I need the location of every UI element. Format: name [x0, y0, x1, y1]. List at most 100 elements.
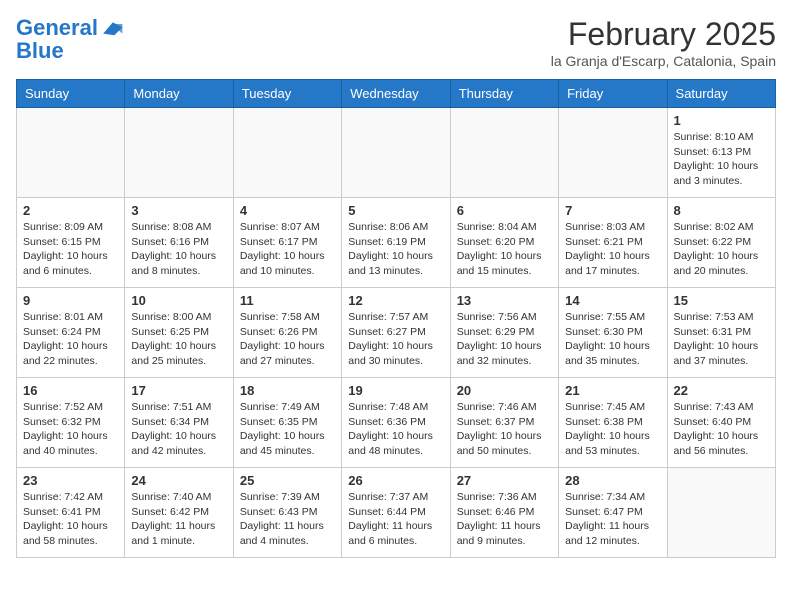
calendar-week-row: 9Sunrise: 8:01 AM Sunset: 6:24 PM Daylig… — [17, 288, 776, 378]
calendar-day-cell: 14Sunrise: 7:55 AM Sunset: 6:30 PM Dayli… — [559, 288, 667, 378]
calendar-day-cell — [559, 108, 667, 198]
day-number: 20 — [457, 383, 552, 398]
day-number: 9 — [23, 293, 118, 308]
day-info: Sunrise: 7:37 AM Sunset: 6:44 PM Dayligh… — [348, 490, 443, 549]
logo: General Blue — [16, 16, 124, 62]
title-block: February 2025 la Granja d'Escarp, Catalo… — [551, 16, 776, 69]
calendar-day-cell: 28 Sunrise: 7:34 AM Sunset: 6:47 PM Dayli… — [559, 468, 667, 558]
day-info: Sunrise: 8:03 AM Sunset: 6:21 PM Dayligh… — [565, 220, 660, 279]
day-info: Sunrise: 7:57 AM Sunset: 6:27 PM Dayligh… — [348, 310, 443, 369]
calendar-week-row: 23Sunrise: 7:42 AM Sunset: 6:41 PM Dayli… — [17, 468, 776, 558]
day-info: Sunrise: 8:06 AM Sunset: 6:19 PM Dayligh… — [348, 220, 443, 279]
day-number: 19 — [348, 383, 443, 398]
day-info: Sunrise: 8:08 AM Sunset: 6:16 PM Dayligh… — [131, 220, 226, 279]
day-info: Sunrise: 7:42 AM Sunset: 6:41 PM Dayligh… — [23, 490, 118, 549]
calendar-day-cell: 9Sunrise: 8:01 AM Sunset: 6:24 PM Daylig… — [17, 288, 125, 378]
calendar-day-cell: 15 Sunrise: 7:53 AM Sunset: 6:31 PM Dayli… — [667, 288, 775, 378]
day-number: 24 — [131, 473, 226, 488]
calendar-day-cell: 4Sunrise: 8:07 AM Sunset: 6:17 PM Daylig… — [233, 198, 341, 288]
calendar-day-cell: 12 Sunrise: 7:57 AM Sunset: 6:27 PM Dayli… — [342, 288, 450, 378]
day-number: 1 — [674, 113, 769, 128]
day-number: 2 — [23, 203, 118, 218]
day-info: Sunrise: 8:07 AM Sunset: 6:17 PM Dayligh… — [240, 220, 335, 279]
day-number: 7 — [565, 203, 660, 218]
day-info: Sunrise: 8:02 AM Sunset: 6:22 PM Dayligh… — [674, 220, 769, 279]
calendar-day-cell — [667, 468, 775, 558]
day-of-week-header: Thursday — [450, 80, 558, 108]
day-number: 15 — [674, 293, 769, 308]
day-number: 5 — [348, 203, 443, 218]
calendar-day-cell: 11 Sunrise: 7:58 AM Sunset: 6:26 PM Dayli… — [233, 288, 341, 378]
calendar-day-cell — [233, 108, 341, 198]
day-info: Sunrise: 7:40 AM Sunset: 6:42 PM Dayligh… — [131, 490, 226, 549]
day-number: 6 — [457, 203, 552, 218]
calendar-table: SundayMondayTuesdayWednesdayThursdayFrid… — [16, 79, 776, 558]
calendar-day-cell: 22 Sunrise: 7:43 AM Sunset: 6:40 PM Dayli… — [667, 378, 775, 468]
calendar-day-cell: 16 Sunrise: 7:52 AM Sunset: 6:32 PM Dayli… — [17, 378, 125, 468]
day-number: 10 — [131, 293, 226, 308]
calendar-day-cell: 19Sunrise: 7:48 AM Sunset: 6:36 PM Dayli… — [342, 378, 450, 468]
calendar-day-cell — [125, 108, 233, 198]
calendar-day-cell — [450, 108, 558, 198]
day-number: 3 — [131, 203, 226, 218]
page-header: General Blue February 2025 la Granja d'E… — [16, 16, 776, 69]
calendar-day-cell: 10 Sunrise: 8:00 AM Sunset: 6:25 PM Dayli… — [125, 288, 233, 378]
logo-text: General — [16, 16, 98, 40]
day-of-week-header: Tuesday — [233, 80, 341, 108]
day-info: Sunrise: 8:00 AM Sunset: 6:25 PM Dayligh… — [131, 310, 226, 369]
day-number: 21 — [565, 383, 660, 398]
calendar-day-cell: 24 Sunrise: 7:40 AM Sunset: 6:42 PM Dayli… — [125, 468, 233, 558]
day-info: Sunrise: 7:58 AM Sunset: 6:26 PM Dayligh… — [240, 310, 335, 369]
location: la Granja d'Escarp, Catalonia, Spain — [551, 53, 776, 69]
calendar-week-row: 2 Sunrise: 8:09 AM Sunset: 6:15 PM Daylig… — [17, 198, 776, 288]
day-number: 22 — [674, 383, 769, 398]
day-info: Sunrise: 7:43 AM Sunset: 6:40 PM Dayligh… — [674, 400, 769, 459]
day-info: Sunrise: 7:45 AM Sunset: 6:38 PM Dayligh… — [565, 400, 660, 459]
calendar-day-cell: 25 Sunrise: 7:39 AM Sunset: 6:43 PM Dayli… — [233, 468, 341, 558]
logo-icon — [100, 19, 124, 37]
day-info: Sunrise: 7:49 AM Sunset: 6:35 PM Dayligh… — [240, 400, 335, 459]
day-number: 25 — [240, 473, 335, 488]
day-info: Sunrise: 7:36 AM Sunset: 6:46 PM Dayligh… — [457, 490, 552, 549]
calendar-day-cell: 2 Sunrise: 8:09 AM Sunset: 6:15 PM Daylig… — [17, 198, 125, 288]
calendar-day-cell — [17, 108, 125, 198]
calendar-day-cell: 8Sunrise: 8:02 AM Sunset: 6:22 PM Daylig… — [667, 198, 775, 288]
day-of-week-header: Sunday — [17, 80, 125, 108]
day-number: 26 — [348, 473, 443, 488]
day-info: Sunrise: 7:46 AM Sunset: 6:37 PM Dayligh… — [457, 400, 552, 459]
day-info: Sunrise: 8:09 AM Sunset: 6:15 PM Dayligh… — [23, 220, 118, 279]
day-number: 28 — [565, 473, 660, 488]
month-title: February 2025 — [551, 16, 776, 53]
calendar-day-cell: 27 Sunrise: 7:36 AM Sunset: 6:46 PM Dayli… — [450, 468, 558, 558]
calendar-day-cell: 5 Sunrise: 8:06 AM Sunset: 6:19 PM Daylig… — [342, 198, 450, 288]
day-number: 17 — [131, 383, 226, 398]
calendar-header-row: SundayMondayTuesdayWednesdayThursdayFrid… — [17, 80, 776, 108]
logo-blue: Blue — [16, 40, 124, 62]
day-number: 18 — [240, 383, 335, 398]
day-of-week-header: Friday — [559, 80, 667, 108]
calendar-day-cell: 3 Sunrise: 8:08 AM Sunset: 6:16 PM Daylig… — [125, 198, 233, 288]
day-number: 11 — [240, 293, 335, 308]
calendar-day-cell: 1Sunrise: 8:10 AM Sunset: 6:13 PM Daylig… — [667, 108, 775, 198]
day-info: Sunrise: 8:04 AM Sunset: 6:20 PM Dayligh… — [457, 220, 552, 279]
calendar-day-cell: 13Sunrise: 7:56 AM Sunset: 6:29 PM Dayli… — [450, 288, 558, 378]
day-number: 12 — [348, 293, 443, 308]
day-number: 13 — [457, 293, 552, 308]
calendar-day-cell: 26 Sunrise: 7:37 AM Sunset: 6:44 PM Dayli… — [342, 468, 450, 558]
day-info: Sunrise: 7:34 AM Sunset: 6:47 PM Dayligh… — [565, 490, 660, 549]
calendar-day-cell: 21 Sunrise: 7:45 AM Sunset: 6:38 PM Dayli… — [559, 378, 667, 468]
calendar-day-cell: 17 Sunrise: 7:51 AM Sunset: 6:34 PM Dayli… — [125, 378, 233, 468]
day-info: Sunrise: 7:52 AM Sunset: 6:32 PM Dayligh… — [23, 400, 118, 459]
calendar-day-cell: 18 Sunrise: 7:49 AM Sunset: 6:35 PM Dayli… — [233, 378, 341, 468]
day-info: Sunrise: 7:39 AM Sunset: 6:43 PM Dayligh… — [240, 490, 335, 549]
day-info: Sunrise: 7:53 AM Sunset: 6:31 PM Dayligh… — [674, 310, 769, 369]
calendar-day-cell: 23Sunrise: 7:42 AM Sunset: 6:41 PM Dayli… — [17, 468, 125, 558]
day-number: 16 — [23, 383, 118, 398]
day-number: 27 — [457, 473, 552, 488]
calendar-day-cell — [342, 108, 450, 198]
day-info: Sunrise: 7:51 AM Sunset: 6:34 PM Dayligh… — [131, 400, 226, 459]
day-number: 14 — [565, 293, 660, 308]
day-of-week-header: Wednesday — [342, 80, 450, 108]
calendar-day-cell: 7 Sunrise: 8:03 AM Sunset: 6:21 PM Daylig… — [559, 198, 667, 288]
calendar-day-cell: 20 Sunrise: 7:46 AM Sunset: 6:37 PM Dayli… — [450, 378, 558, 468]
